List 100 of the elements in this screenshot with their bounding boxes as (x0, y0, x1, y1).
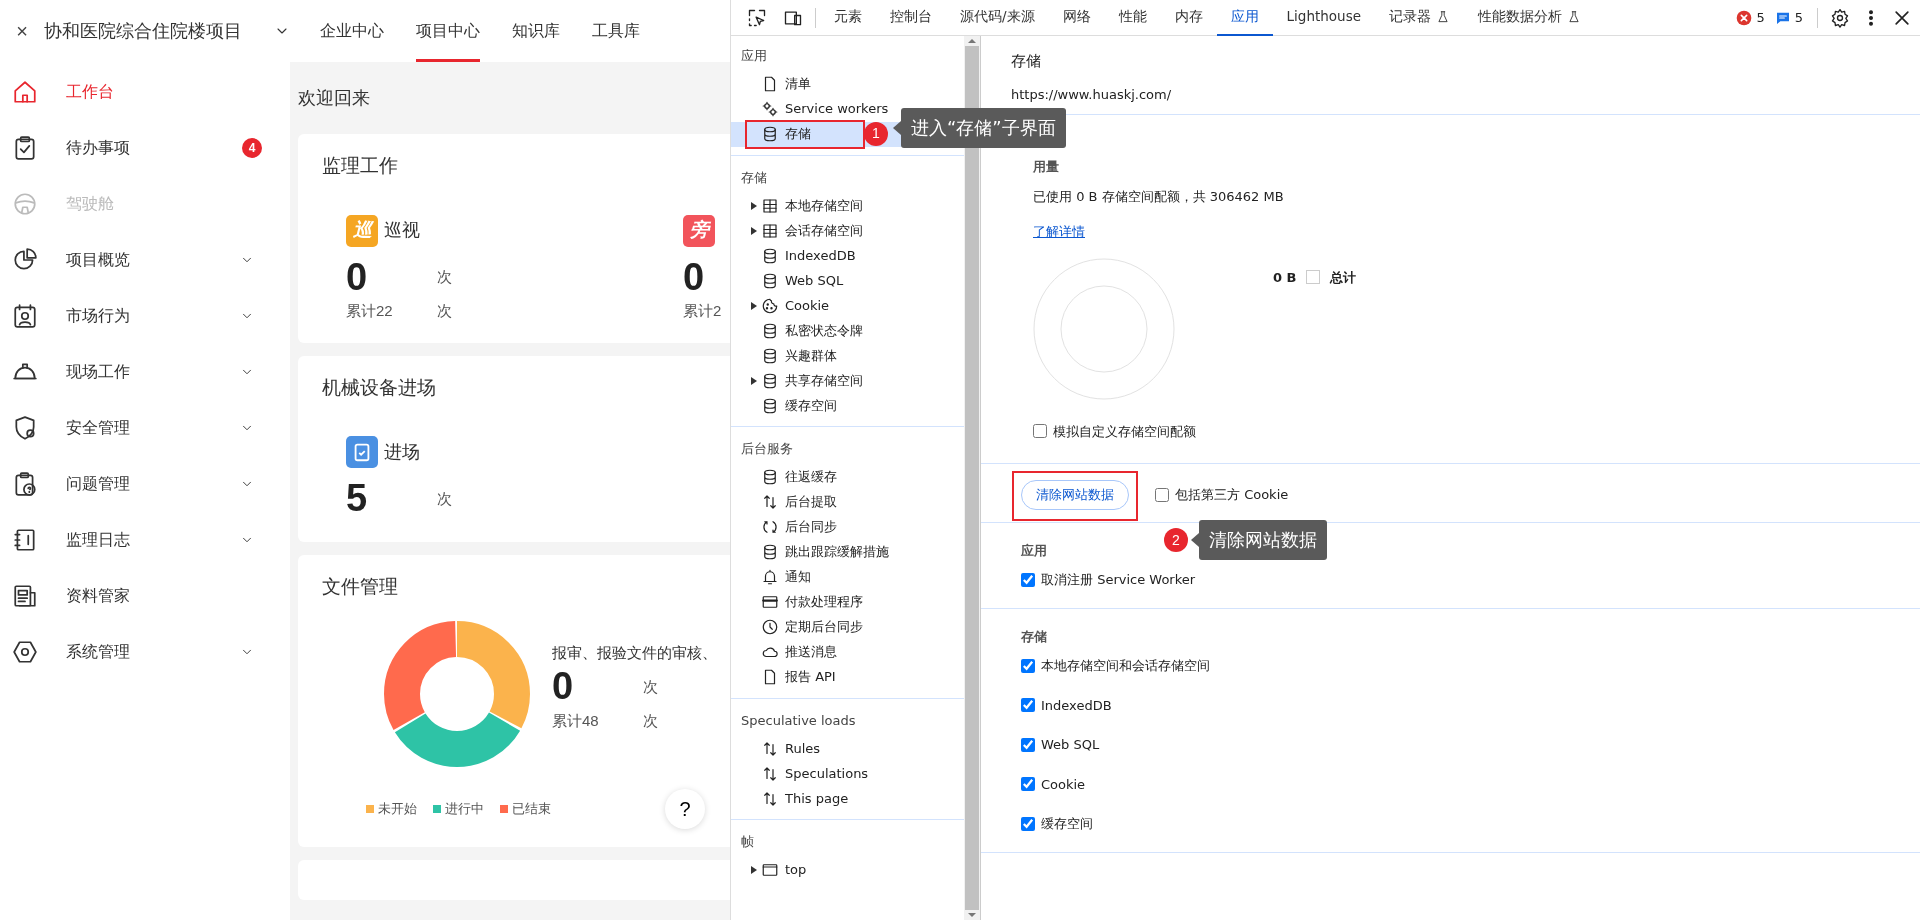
nav-tab[interactable]: 企业中心 (320, 0, 384, 62)
section-heading: Speculative loads (741, 712, 856, 728)
sidebar-item[interactable]: 市场行为 (0, 288, 290, 344)
tree-item[interactable]: top (731, 857, 964, 883)
tree-item[interactable]: 跳出跟踪缓解措施 (731, 539, 964, 565)
checkbox[interactable] (1021, 777, 1035, 792)
checkbox[interactable] (1021, 816, 1035, 831)
tree-item[interactable]: Speculations (731, 761, 964, 786)
section-heading: 后台服务 (741, 441, 793, 456)
devtools-tab[interactable]: 内存 (1160, 0, 1217, 36)
expand-triangle-icon (749, 225, 759, 236)
tree-item[interactable]: 后台提取 (731, 489, 964, 515)
total-text: 累计22 (346, 301, 394, 322)
checkbox[interactable] (1021, 698, 1035, 713)
tree-item[interactable]: 会话存储空间 (731, 218, 964, 243)
devtools-tab[interactable]: 网络 (1048, 0, 1105, 36)
legend-label: 进行中 (445, 800, 484, 819)
checkbox-label: IndexedDB (1041, 696, 1112, 715)
up-down-arrows-icon (761, 493, 779, 511)
tree-item[interactable]: 清单 (731, 71, 964, 97)
devtools-tab[interactable]: 应用 (1216, 0, 1273, 36)
checkbox[interactable] (1021, 572, 1035, 587)
metric-icon: 旁 (683, 214, 715, 247)
tree-item[interactable]: IndexedDB (731, 243, 964, 268)
tree-item[interactable]: 推送消息 (731, 639, 964, 665)
flask-icon (1566, 9, 1581, 24)
tree-item[interactable]: 缓存空间 (731, 393, 964, 418)
tree-item[interactable]: 定期后台同步 (731, 614, 964, 640)
legend-label: 已结束 (512, 800, 551, 819)
devtools-tab[interactable]: 元素 (820, 0, 876, 36)
legend-label: 未开始 (378, 800, 417, 819)
tree-item[interactable]: 付款处理程序 (731, 589, 964, 615)
window-frame-icon (761, 861, 779, 879)
home-icon (12, 79, 38, 105)
database-icon (761, 396, 779, 415)
inspect-icon (747, 7, 767, 28)
sidebar-item[interactable]: 现场工作 (0, 344, 290, 400)
database-icon (761, 271, 779, 290)
welcome-text: 欢迎回来 (298, 86, 370, 110)
card-title: 监理工作 (322, 155, 398, 176)
document-icon (12, 583, 38, 609)
tree-item[interactable]: This page (731, 786, 964, 811)
sidebar-item[interactable]: 监理日志 (0, 512, 290, 568)
tree-item[interactable]: 后台同步 (731, 514, 964, 540)
devtools-tab[interactable]: 控制台 (876, 0, 946, 36)
expand-triangle-icon (749, 300, 759, 311)
devtools-tab[interactable]: 源代码/来源 (946, 0, 1049, 36)
tree-item[interactable]: Cookie (731, 293, 964, 318)
help-button[interactable]: ? (665, 789, 705, 830)
more-icon (1868, 7, 1874, 28)
tree-item[interactable]: 往返缓存 (731, 464, 964, 490)
sidebar-item[interactable]: 问题管理 (0, 456, 290, 512)
error-count[interactable]: 5 (1756, 7, 1765, 28)
nav-tab[interactable]: 知识库 (512, 0, 560, 62)
tree-item[interactable]: 私密状态令牌 (731, 318, 964, 343)
metric-value: 0 (683, 254, 706, 300)
sidebar-item[interactable]: 系统管理 (0, 624, 290, 680)
section-heading: 应用 (1021, 542, 1047, 558)
tree-item[interactable]: 兴趣群体 (731, 343, 964, 368)
clock-icon (761, 618, 779, 636)
tree-item[interactable]: 通知 (731, 564, 964, 590)
total-text: 累计2 (683, 301, 723, 322)
tree-item[interactable]: 共享存储空间 (731, 368, 964, 393)
table-icon (761, 221, 779, 240)
clear-site-data-button[interactable]: 清除网站数据 (1021, 480, 1129, 510)
message-count[interactable]: 5 (1794, 7, 1803, 28)
section-heading: 帧 (741, 834, 754, 849)
expand-triangle-icon (749, 375, 759, 386)
section-heading: 存储 (741, 169, 767, 185)
devtools-tab[interactable]: 性能 (1104, 0, 1161, 36)
usage-value: 0 B (1273, 268, 1297, 287)
learn-more-link[interactable]: 了解详情 (1033, 224, 1085, 239)
callout-pointer (893, 120, 901, 135)
devtools-tab[interactable]: Lighthouse (1272, 0, 1375, 36)
checkbox[interactable] (1021, 737, 1035, 752)
unit-text: 次 (643, 711, 658, 731)
nav-tab[interactable]: 工具库 (592, 0, 640, 62)
close-button[interactable]: × (0, 15, 44, 47)
checkbox-label: Web SQL (1041, 736, 1100, 754)
tree-item[interactable]: 本地存储空间 (731, 193, 964, 218)
database-icon (761, 346, 779, 365)
checkbox[interactable] (1155, 487, 1169, 502)
checkbox[interactable] (1033, 424, 1047, 439)
sidebar-item[interactable]: 资料管家 (0, 568, 290, 624)
sidebar-item[interactable]: 安全管理 (0, 400, 290, 456)
sidebar-item[interactable]: 待办事项 4 (0, 120, 290, 176)
callout-pointer (1191, 533, 1199, 547)
database-icon (761, 125, 779, 143)
tree-item[interactable]: Web SQL (731, 268, 964, 293)
tree-item[interactable]: 报告 API (731, 664, 964, 690)
checkbox[interactable] (1021, 658, 1035, 673)
devtools-tab[interactable]: 记录器 (1374, 0, 1464, 36)
calendar-icon (12, 303, 38, 329)
table-icon (761, 196, 779, 215)
tree-item[interactable]: Rules (731, 736, 964, 761)
metric-value: 0 (552, 664, 575, 710)
legend-swatch (1306, 270, 1321, 285)
sidebar-item[interactable]: 项目概览 (0, 232, 290, 288)
sidebar-item[interactable]: 工作台 (0, 64, 290, 120)
devtools-tab[interactable]: 性能数据分析 (1463, 0, 1595, 36)
